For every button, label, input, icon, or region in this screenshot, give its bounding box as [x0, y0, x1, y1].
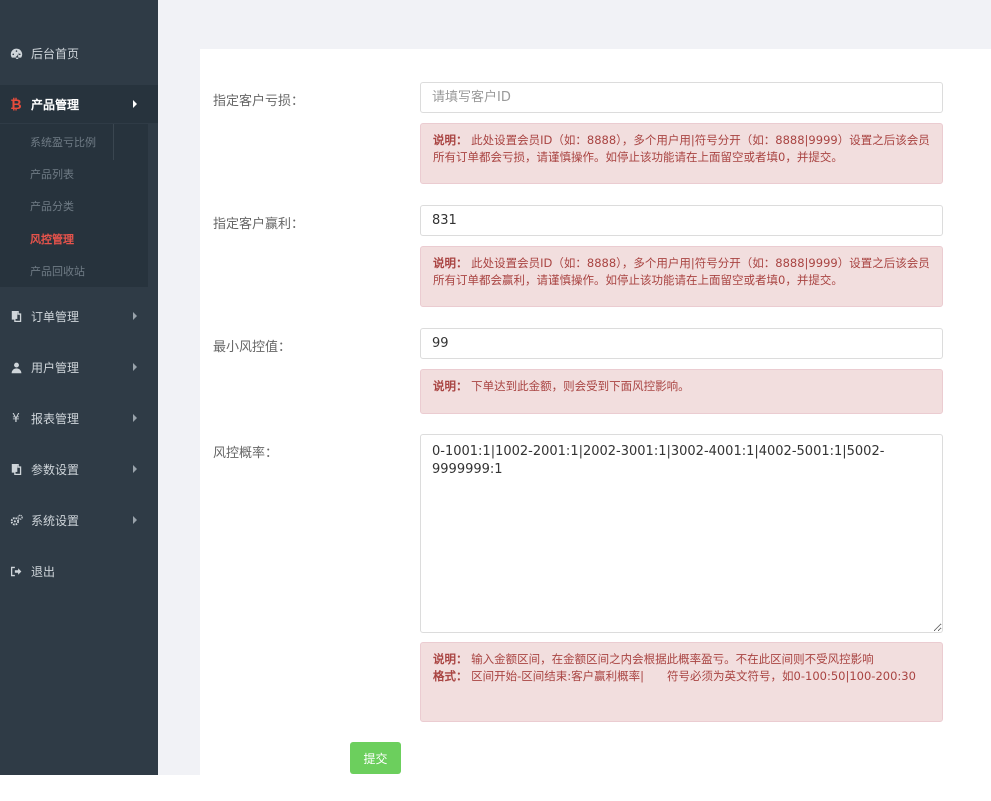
win-customer-input[interactable]	[420, 205, 943, 236]
note-title: 说明：	[433, 133, 468, 147]
sub-item-product-category[interactable]: 产品分类	[0, 190, 148, 222]
nav-label: 系统设置	[31, 513, 80, 528]
sub-item-label: 系统盈亏比例	[30, 136, 96, 149]
nav-dashboard[interactable]: 后台首页	[0, 34, 158, 72]
format-text: 区间开始-区间结束:客户赢利概率| 符号必须为英文符号，如0-100:50|10…	[471, 669, 916, 683]
prob-note: 说明： 输入金额区间，在金额区间之内会根据此概率盈亏。不在此区间则不受风控影响 …	[420, 642, 943, 722]
nav-users[interactable]: 用户管理	[0, 348, 158, 386]
chevron-right-icon	[133, 363, 137, 371]
chevron-right-icon	[133, 516, 137, 524]
bitcoin-icon: ₿	[10, 96, 22, 113]
dashboard-icon	[9, 46, 23, 60]
win-label: 指定客户赢利：	[213, 217, 305, 232]
risk-probability-textarea[interactable]	[420, 434, 943, 633]
gears-icon	[9, 513, 23, 527]
min-note: 说明： 下单达到此金额，则会受到下面风控影响。	[420, 369, 943, 414]
min-label: 最小风控值：	[213, 340, 292, 355]
format-line: 格式： 区间开始-区间结束:客户赢利概率| 符号必须为英文符号，如0-100:5…	[433, 668, 930, 685]
nav-label: 退出	[31, 564, 56, 579]
nav-label: 订单管理	[31, 309, 80, 324]
risk-control-form: 指定客户亏损： 说明： 此处设置会员ID（如：8888），多个用户用|符号分开（…	[200, 49, 991, 775]
sub-item-label: 产品列表	[30, 168, 74, 181]
prob-label: 风控概率：	[213, 446, 279, 461]
sub-item-recycle-bin[interactable]: 产品回收站	[0, 255, 148, 287]
copy-icon	[9, 462, 23, 476]
sub-item-product-list[interactable]: 产品列表	[0, 158, 148, 190]
nav-reports[interactable]: ¥ 报表管理	[0, 399, 158, 437]
sub-item-profit-ratio[interactable]: 系统盈亏比例	[0, 126, 148, 158]
nav-label: 用户管理	[31, 360, 80, 375]
nav-system[interactable]: 系统设置	[0, 501, 158, 539]
note-title: 说明：	[433, 379, 468, 393]
min-risk-input[interactable]	[420, 328, 943, 359]
yen-icon: ¥	[12, 411, 20, 425]
nav-params[interactable]: 参数设置	[0, 450, 158, 488]
note-title: 说明：	[433, 256, 468, 270]
submit-button[interactable]: 提交	[350, 742, 401, 774]
sub-item-label: 产品分类	[30, 200, 74, 213]
nav-label: 报表管理	[31, 411, 80, 426]
nav-label: 产品管理	[31, 97, 80, 112]
chevron-right-icon	[133, 465, 137, 473]
loss-customer-input[interactable]	[420, 82, 943, 113]
user-icon	[9, 360, 23, 374]
note-text: 此处设置会员ID（如：8888），多个用户用|符号分开（如：8888|9999）…	[433, 256, 930, 287]
footer-strip	[0, 775, 991, 801]
sub-item-label: 风控管理	[30, 233, 74, 246]
nav-label: 参数设置	[31, 462, 80, 477]
win-note: 说明： 此处设置会员ID（如：8888），多个用户用|符号分开（如：8888|9…	[420, 246, 943, 307]
sub-item-label: 产品回收站	[30, 265, 85, 278]
nav-products[interactable]: ₿ 产品管理	[0, 85, 158, 123]
nav-logout[interactable]: 退出	[0, 552, 158, 590]
note-text: 下单达到此金额，则会受到下面风控影响。	[471, 379, 690, 393]
note-text: 输入金额区间，在金额区间之内会根据此概率盈亏。不在此区间则不受风控影响	[471, 652, 874, 666]
sidebar: 后台首页 ₿ 产品管理 系统盈亏比例 产品列表 产品分类 风控管理 产品回收站 …	[0, 0, 158, 775]
note-text: 此处设置会员ID（如：8888），多个用户用|符号分开（如：8888|9999）…	[433, 133, 930, 164]
copy-icon	[9, 309, 23, 323]
note-line: 说明： 输入金额区间，在金额区间之内会根据此概率盈亏。不在此区间则不受风控影响	[433, 651, 930, 668]
nav-orders[interactable]: 订单管理	[0, 297, 158, 335]
loss-note: 说明： 此处设置会员ID（如：8888），多个用户用|符号分开（如：8888|9…	[420, 123, 943, 184]
note-title: 说明：	[433, 652, 468, 666]
products-submenu: 系统盈亏比例 产品列表 产品分类 风控管理 产品回收站	[0, 124, 148, 287]
sign-out-icon	[9, 564, 23, 578]
loss-label: 指定客户亏损：	[213, 94, 305, 109]
sub-item-risk-control[interactable]: 风控管理	[0, 223, 148, 255]
chevron-right-icon	[133, 100, 137, 108]
nav-label: 后台首页	[31, 46, 80, 61]
format-title: 格式：	[433, 669, 468, 683]
chevron-right-icon	[133, 312, 137, 320]
chevron-right-icon	[133, 414, 137, 422]
